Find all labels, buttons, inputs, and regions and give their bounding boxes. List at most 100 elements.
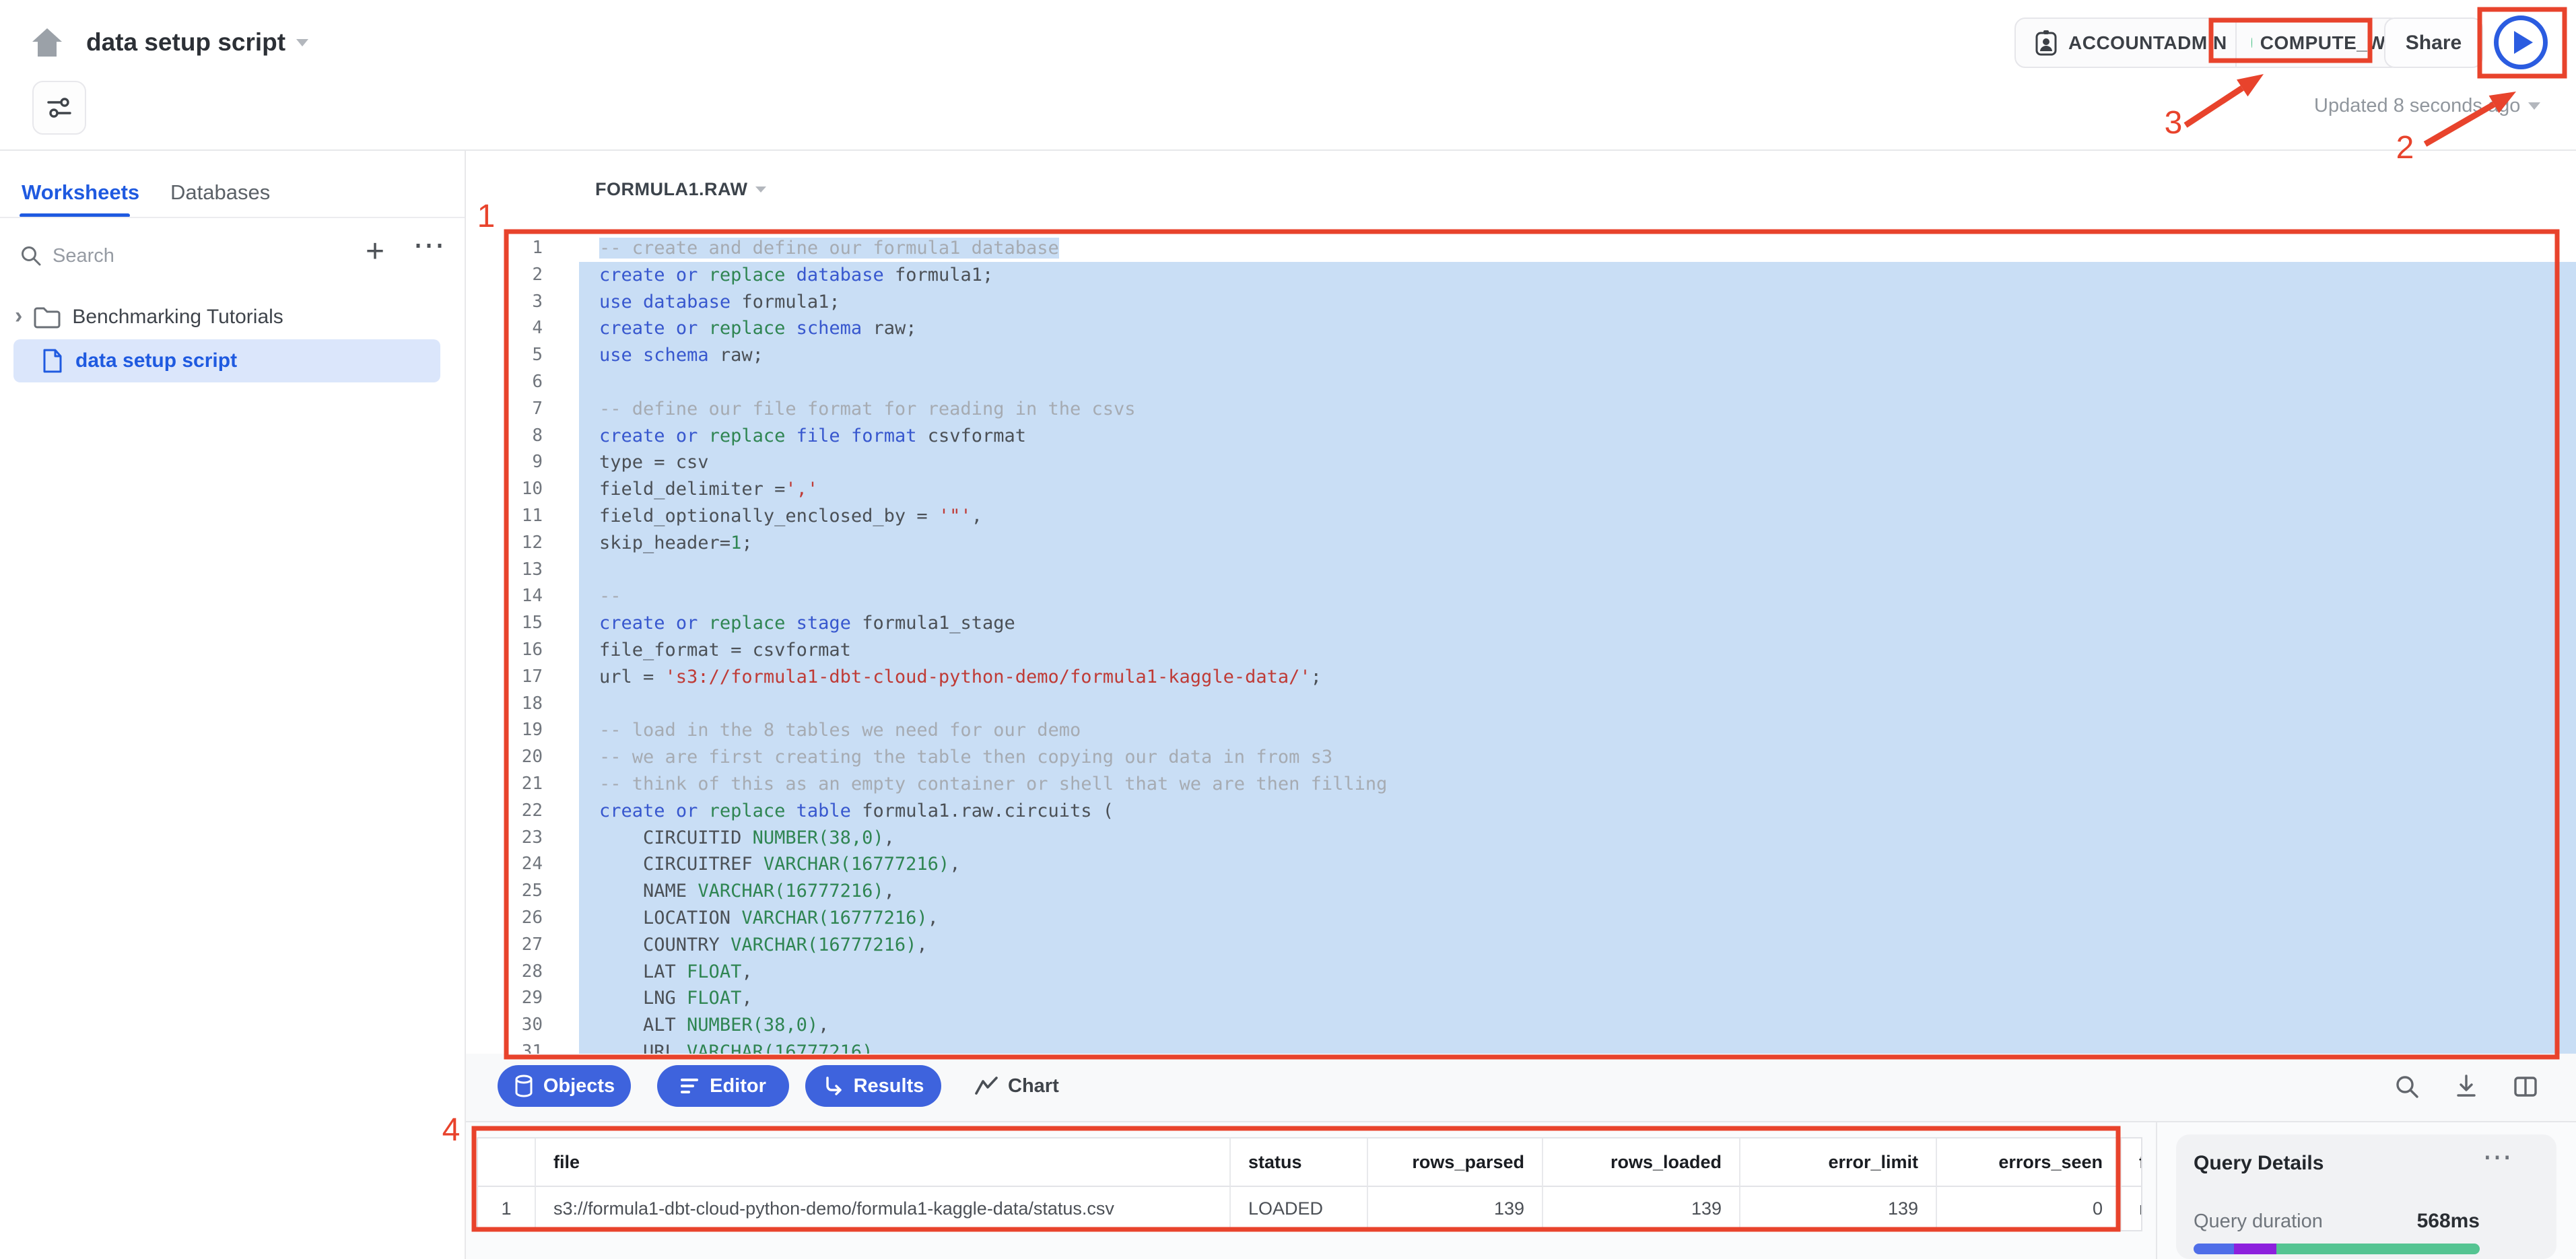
code-line[interactable]: 25 NAME VARCHAR(16777216), <box>466 878 2576 905</box>
table-cell-f[interactable]: n <box>2122 1187 2142 1230</box>
code-line[interactable]: 13 <box>466 557 2576 584</box>
table-cell-rows_loaded[interactable]: 139 <box>1543 1187 1740 1230</box>
code-line[interactable]: 29 LNG FLOAT, <box>466 985 2576 1012</box>
sidebar-item-folder[interactable]: › Benchmarking Tutorials <box>15 295 446 339</box>
code-token: create <box>599 426 665 446</box>
context-selector[interactable]: ACCOUNTADMIN COMPUTE_WH <box>2014 18 2401 68</box>
line-number: 2 <box>466 262 567 289</box>
code-line[interactable]: 17url = 's3://formula1-dbt-cloud-python-… <box>466 664 2576 691</box>
duration-bar-segment <box>2276 1244 2480 1254</box>
code-line[interactable]: 22create or replace table formula1.raw.c… <box>466 798 2576 825</box>
code-token: stage <box>796 613 851 634</box>
download-results-button[interactable] <box>2452 1073 2480 1101</box>
worksheet-settings-button[interactable] <box>32 81 86 135</box>
code-line[interactable]: 21-- think of this as an empty container… <box>466 771 2576 798</box>
code-token: -- think of this as an empty container o… <box>599 774 1387 794</box>
tab-databases[interactable]: Databases <box>170 180 270 205</box>
column-header-errors_seen[interactable]: errors_seen <box>1937 1138 2122 1187</box>
code-line-content: field_delimiter =',' <box>579 476 2576 503</box>
code-token: FLOAT <box>687 988 741 1009</box>
sidebar-more-button[interactable]: ⋯ <box>413 226 446 264</box>
code-line-content: -- think of this as an empty container o… <box>579 771 2576 798</box>
chart-toggle-button[interactable]: Chart <box>974 1065 1059 1107</box>
code-line[interactable]: 4create or replace schema raw; <box>466 315 2576 342</box>
table-cell-error_limit[interactable]: 139 <box>1740 1187 1937 1230</box>
table-row[interactable]: 1s3://formula1-dbt-cloud-python-demo/for… <box>478 1187 2141 1230</box>
table-cell-rows_parsed[interactable]: 139 <box>1368 1187 1543 1230</box>
code-line[interactable]: 1-- create and define our formula1 datab… <box>466 235 2576 262</box>
code-line[interactable]: 19-- load in the 8 tables we need for ou… <box>466 717 2576 744</box>
code-line[interactable]: 31 URL VARCHAR(16777216), <box>466 1039 2576 1054</box>
run-button[interactable] <box>2494 15 2548 69</box>
sql-editor[interactable]: 1-- create and define our formula1 datab… <box>466 235 2576 1054</box>
column-header-error_limit[interactable]: error_limit <box>1740 1138 1937 1187</box>
sidebar-search[interactable]: Search + ⋯ <box>19 237 446 275</box>
table-cell-status[interactable]: LOADED <box>1231 1187 1368 1230</box>
updated-text: Updated 8 seconds ago <box>2314 95 2520 117</box>
code-line-content: -- define our file format for reading in… <box>579 396 2576 423</box>
query-details-more-button[interactable]: ⋯ <box>2482 1140 2513 1174</box>
worksheet-title[interactable]: data setup script <box>86 28 308 57</box>
column-header-file[interactable]: file <box>536 1138 1231 1187</box>
tab-worksheets[interactable]: Worksheets <box>22 180 139 205</box>
warehouse-selector[interactable]: COMPUTE_WH <box>2237 19 2400 67</box>
table-cell-errors_seen[interactable]: 0 <box>1937 1187 2122 1230</box>
code-line[interactable]: 7-- define our file format for reading i… <box>466 396 2576 423</box>
table-cell-file[interactable]: s3://formula1-dbt-cloud-python-demo/form… <box>536 1187 1231 1230</box>
code-line[interactable]: 2create or replace database formula1; <box>466 262 2576 289</box>
code-line[interactable]: 18 <box>466 691 2576 718</box>
table-header-row: filestatusrows_parsedrows_loadederror_li… <box>478 1138 2141 1187</box>
results-toggle-button[interactable]: Results <box>805 1065 941 1107</box>
code-line[interactable]: 9type = csv <box>466 449 2576 476</box>
line-number: 23 <box>466 825 567 852</box>
sidebar-item-worksheet-selected[interactable]: data setup script <box>13 339 440 382</box>
column-header-rows_parsed[interactable]: rows_parsed <box>1368 1138 1543 1187</box>
code-token: ; <box>741 533 752 553</box>
role-selector[interactable]: ACCOUNTADMIN <box>2016 19 2235 67</box>
code-line[interactable]: 15create or replace stage formula1_stage <box>466 610 2576 637</box>
code-line-content: skip_header=1; <box>579 530 2576 557</box>
new-worksheet-button[interactable]: + <box>366 233 384 270</box>
code-line[interactable]: 14-- <box>466 583 2576 610</box>
code-line[interactable]: 20-- we are first creating the table the… <box>466 744 2576 771</box>
code-line-content: url = 's3://formula1-dbt-cloud-python-de… <box>579 664 2576 691</box>
query-duration-bar <box>2194 1244 2480 1254</box>
annotation-label-1: 1 <box>477 199 496 234</box>
code-line[interactable]: 27 COUNTRY VARCHAR(16777216), <box>466 932 2576 959</box>
code-token <box>785 265 796 285</box>
code-line[interactable]: 11field_optionally_enclosed_by = '"', <box>466 503 2576 530</box>
split-view-button[interactable] <box>2511 1073 2540 1101</box>
code-line[interactable]: 3use database formula1; <box>466 289 2576 316</box>
code-line[interactable]: 6 <box>466 369 2576 396</box>
role-badge-icon <box>2033 29 2059 57</box>
column-header-status[interactable]: status <box>1231 1138 1368 1187</box>
editor-toggle-button[interactable]: Editor <box>657 1065 789 1107</box>
code-token: CIRCUITID <box>599 827 753 848</box>
code-line[interactable]: 30 ALT NUMBER(38,0), <box>466 1012 2576 1039</box>
gutter-gap <box>567 717 579 744</box>
home-button[interactable] <box>28 24 66 62</box>
code-line[interactable]: 23 CIRCUITID NUMBER(38,0), <box>466 825 2576 852</box>
worksheet-context-tab[interactable]: FORMULA1.RAW <box>595 179 766 200</box>
code-line[interactable]: 26 LOCATION VARCHAR(16777216), <box>466 905 2576 932</box>
search-results-button[interactable] <box>2393 1073 2421 1101</box>
objects-toggle-button[interactable]: Objects <box>498 1065 631 1107</box>
code-line[interactable]: 12skip_header=1; <box>466 530 2576 557</box>
code-line[interactable]: 5use schema raw; <box>466 342 2576 369</box>
share-button[interactable]: Share <box>2384 18 2483 68</box>
line-number: 25 <box>466 878 567 905</box>
code-line[interactable]: 16file_format = csvformat <box>466 637 2576 664</box>
column-header-rows_loaded[interactable]: rows_loaded <box>1543 1138 1740 1187</box>
gutter-gap <box>567 878 579 905</box>
code-token: replace <box>709 318 786 339</box>
results-table[interactable]: filestatusrows_parsedrows_loadederror_li… <box>477 1137 2142 1231</box>
gutter-gap <box>567 342 579 369</box>
column-header-f[interactable]: f <box>2122 1138 2142 1187</box>
code-token: NAME <box>599 881 698 901</box>
updated-status[interactable]: Updated 8 seconds ago <box>2314 95 2540 117</box>
code-line[interactable]: 24 CIRCUITREF VARCHAR(16777216), <box>466 851 2576 878</box>
code-line[interactable]: 28 LAT FLOAT, <box>466 959 2576 986</box>
code-line[interactable]: 10field_delimiter =',' <box>466 476 2576 503</box>
line-number: 22 <box>466 798 567 825</box>
code-line[interactable]: 8create or replace file format csvformat <box>466 423 2576 450</box>
